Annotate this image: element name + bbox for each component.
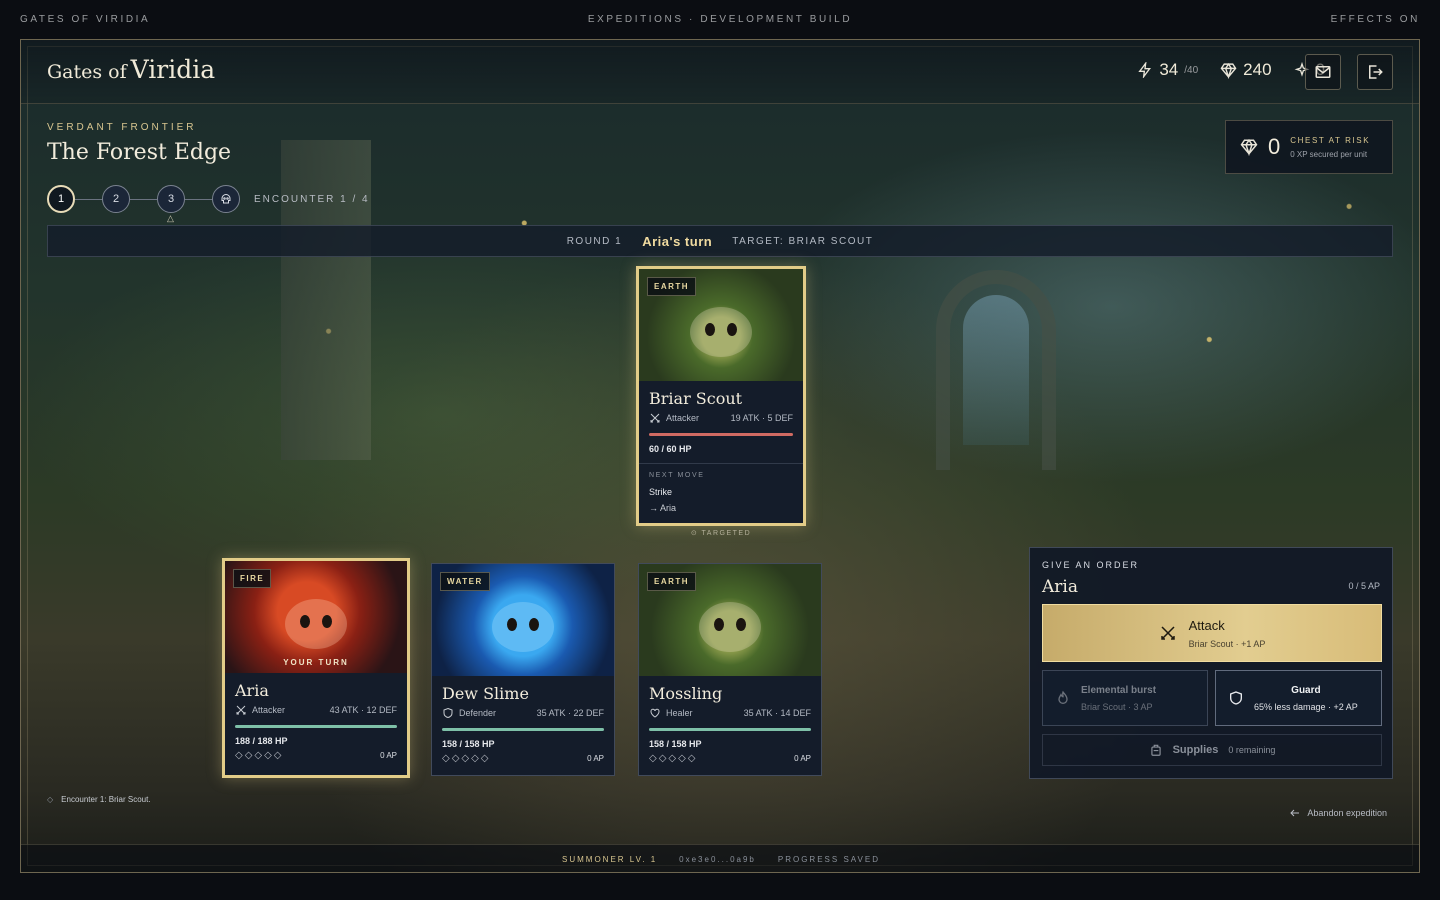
resource-bar: 34 /40 240 0 [1137, 60, 1325, 80]
effects-toggle[interactable]: EFFECTS ON [1331, 14, 1420, 25]
summoner-level: SUMMONER LV. 1 [562, 855, 658, 864]
wallet-address: 0xe3e0...0a9b [679, 855, 756, 864]
chest-sub: 0 XP secured per unit [1290, 149, 1368, 159]
ruin-arch [936, 270, 1056, 470]
game-frame: Gates of Viridia 34 /40 240 0 VERDANT [20, 39, 1420, 873]
diamond-icon [1240, 138, 1258, 156]
next-move-panel: NEXT MOVE Strike → Aria [639, 463, 803, 521]
logout-icon [1369, 65, 1383, 79]
action-pips: ◇◇◇◇◇ [235, 750, 284, 761]
round-number: ROUND 1 [566, 235, 623, 247]
ap-text: 0 AP [587, 754, 604, 763]
region-label: VERDANT FRONTIER [47, 122, 197, 133]
element-badge: EARTH [647, 572, 697, 591]
unit-name: Briar Scout [649, 389, 743, 408]
top-status-bar: GATES OF VIRIDIA EXPEDITIONS · DEVELOPME… [0, 0, 1440, 38]
supplies-button[interactable]: Supplies 0 remaining [1042, 734, 1382, 766]
battle-log: ◇ Encounter 1: Briar Scout. [47, 795, 151, 804]
encounter-step-3: 3 △ [157, 185, 185, 223]
crossed-swords-icon [236, 705, 246, 715]
encounter-step-1: 1 [47, 185, 75, 213]
elemental-burst-button[interactable]: Elemental burst Briar Scout · 3 AP [1042, 670, 1208, 726]
flame-icon [1058, 690, 1068, 704]
order-panel: GIVE AN ORDER Aria 0 / 5 AP Attack Briar… [1029, 547, 1393, 779]
hp-text: 158 / 158 HP [442, 739, 495, 749]
party-card-dew-slime[interactable]: WATER Dew Slime Defender 35 ATK · 22 DEF… [431, 563, 615, 776]
hp-text: 158 / 158 HP [649, 739, 702, 749]
party-card-aria[interactable]: FIRE YOUR TURN Aria Attacker 43 ATK · 12… [222, 558, 410, 778]
unit-stats: 35 ATK · 22 DEF [536, 708, 604, 718]
order-ap: 0 / 5 AP [1348, 581, 1380, 591]
abandon-expedition-link[interactable]: Abandon expedition [1289, 807, 1387, 819]
save-status: PROGRESS SAVED [777, 855, 880, 864]
current-target: TARGET: BRIAR SCOUT [732, 235, 874, 247]
backpack-icon [1150, 744, 1161, 756]
unit-stats: 19 ATK · 5 DEF [730, 413, 793, 423]
enemy-card-briar-scout[interactable]: EARTH Briar Scout Attacker 19 ATK · 5 DE… [636, 266, 806, 526]
aria-portrait: FIRE YOUR TURN [225, 561, 407, 673]
party-card-mossling[interactable]: EARTH Mossling Healer 35 ATK · 14 DEF 15… [638, 563, 822, 776]
mail-icon [1315, 66, 1331, 78]
gem-counter: 240 [1220, 60, 1272, 80]
arrow-left-icon [1290, 809, 1300, 817]
current-turn: Aria's turn [642, 233, 713, 249]
next-move-name: Strike [649, 487, 673, 497]
order-unit-name: Aria [1042, 577, 1078, 597]
triangle-marker-icon: △ [167, 213, 174, 223]
mossling-portrait: EARTH [639, 564, 821, 676]
stage-title: The Forest Edge [47, 140, 232, 165]
guard-button[interactable]: Guard 65% less damage · +2 AP [1215, 670, 1382, 726]
element-badge: FIRE [233, 569, 272, 588]
dew-slime-portrait: WATER [432, 564, 614, 676]
game-header: Gates of Viridia 34 /40 240 0 [21, 40, 1419, 104]
hp-text: 60 / 60 HP [649, 444, 692, 454]
encounter-label: ENCOUNTER 1 / 4 [254, 193, 370, 205]
enemy-portrait: EARTH [639, 269, 803, 381]
diamond-bullet-icon: ◇ [47, 795, 54, 804]
game-logo: Gates of Viridia [47, 55, 216, 84]
chest-value: 0 [1268, 134, 1281, 159]
unit-stats: 43 ATK · 12 DEF [329, 705, 397, 715]
unit-name: Mossling [649, 684, 723, 703]
round-bar: ROUND 1 Aria's turn TARGET: BRIAR SCOUT [47, 225, 1393, 257]
encounter-progress: 1 2 3 △ ENCOUNTER 1 / 4 [47, 185, 370, 223]
mail-button[interactable] [1305, 54, 1341, 90]
ap-text: 0 AP [380, 751, 397, 760]
boss-step [212, 185, 240, 213]
crossed-swords-icon [650, 413, 660, 423]
next-move-target: → Aria [649, 503, 677, 513]
your-turn-badge: YOUR TURN [283, 658, 349, 667]
chest-label: CHEST AT RISK [1290, 135, 1371, 145]
energy-counter: 34 /40 [1137, 60, 1198, 80]
shield-icon [1230, 691, 1242, 705]
log-entry: Encounter 1: Briar Scout. [61, 795, 151, 804]
hp-text: 188 / 188 HP [235, 736, 288, 746]
heart-icon [650, 708, 660, 718]
element-badge: WATER [440, 572, 490, 591]
diamond-icon [1220, 62, 1237, 79]
unit-name: Dew Slime [442, 684, 529, 703]
action-pips: ◇◇◇◇◇ [442, 753, 491, 764]
crossed-swords-icon [1160, 626, 1175, 640]
lightning-icon [1138, 62, 1152, 78]
element-badge: EARTH [647, 277, 697, 296]
chest-at-risk-panel: 0 CHEST AT RISK 0 XP secured per unit [1225, 120, 1393, 174]
targeted-indicator: ⊙ TARGETED [690, 530, 752, 537]
logout-button[interactable] [1357, 54, 1393, 90]
ap-text: 0 AP [794, 754, 811, 763]
brand-text: GATES OF VIRIDIA [20, 13, 151, 25]
unit-name: Aria [235, 681, 269, 700]
order-label: GIVE AN ORDER [1042, 560, 1140, 570]
unit-stats: 35 ATK · 14 DEF [743, 708, 811, 718]
action-pips: ◇◇◇◇◇ [649, 753, 698, 764]
build-label: EXPEDITIONS · DEVELOPMENT BUILD [587, 13, 853, 25]
footer-bar: SUMMONER LV. 1 0xe3e0...0a9b PROGRESS SA… [21, 844, 1419, 872]
attack-button[interactable]: Attack Briar Scout · +1 AP [1042, 604, 1382, 662]
skull-icon [221, 193, 231, 204]
shield-icon [443, 707, 453, 719]
encounter-step-2: 2 [102, 185, 130, 213]
